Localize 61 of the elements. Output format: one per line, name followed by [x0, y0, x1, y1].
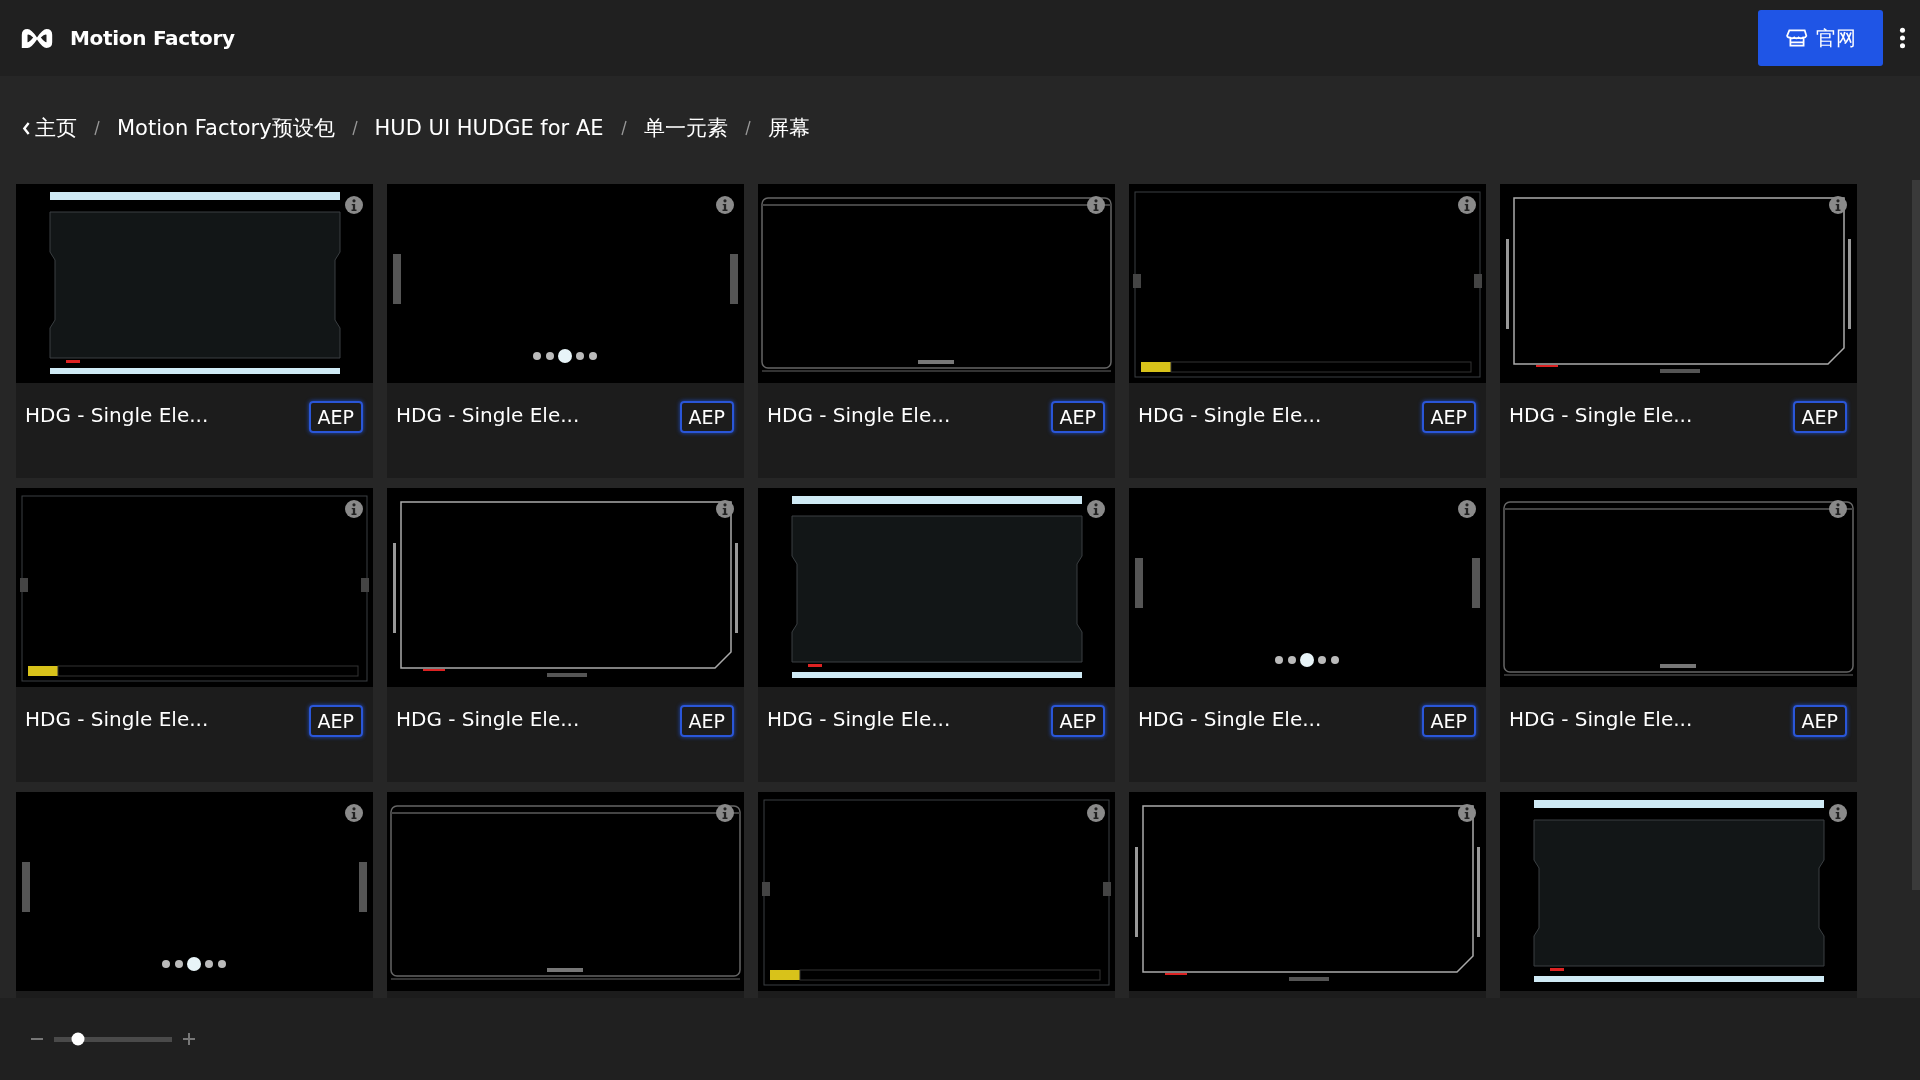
slider-thumb[interactable]: [71, 1032, 85, 1046]
asset-card[interactable]: HDG - Single Ele... AEP: [1129, 488, 1486, 782]
asset-card[interactable]: HDG - Single Ele... AEP: [387, 184, 744, 478]
info-icon[interactable]: [1458, 196, 1476, 214]
website-button[interactable]: 官网: [1758, 10, 1883, 66]
info-icon[interactable]: [1087, 500, 1105, 518]
format-tag: AEP: [1421, 401, 1476, 433]
info-icon[interactable]: [716, 804, 734, 822]
format-tag: AEP: [1050, 401, 1105, 433]
info-icon[interactable]: [1087, 804, 1105, 822]
card-title: HDG - Single Ele...: [396, 403, 580, 427]
slash-icon: [743, 119, 752, 137]
breadcrumb-link[interactable]: 单一元素: [643, 114, 728, 142]
chevron-left-icon: [22, 121, 31, 135]
breadcrumb-link[interactable]: 屏幕: [767, 114, 810, 142]
format-tag: AEP: [308, 705, 363, 737]
asset-card[interactable]: HDG - Single Ele... AEP: [1129, 184, 1486, 478]
card-title: HDG - Single Ele...: [1138, 403, 1322, 427]
format-tag: AEP: [1421, 705, 1476, 737]
info-icon[interactable]: [1829, 804, 1847, 822]
breadcrumb-link[interactable]: 主页: [22, 114, 77, 142]
asset-card[interactable]: HDG - Single Ele... AEP: [1500, 488, 1857, 782]
info-icon[interactable]: [345, 804, 363, 822]
asset-card[interactable]: HDG - Single Ele... AEP: [758, 184, 1115, 478]
card-title: HDG - Single Ele...: [1509, 707, 1693, 731]
info-icon[interactable]: [345, 500, 363, 518]
info-icon[interactable]: [716, 500, 734, 518]
info-icon[interactable]: [1829, 196, 1847, 214]
more-icon[interactable]: [1899, 27, 1906, 49]
card-title: HDG - Single Ele...: [767, 707, 951, 731]
format-tag: AEP: [1792, 401, 1847, 433]
asset-card[interactable]: HDG - Single Ele... AEP: [1500, 184, 1857, 478]
format-tag: AEP: [679, 401, 734, 433]
format-tag: AEP: [1792, 705, 1847, 737]
card-title: HDG - Single Ele...: [1509, 403, 1693, 427]
info-icon[interactable]: [1087, 196, 1105, 214]
asset-card[interactable]: HDG - Single Ele... AEP: [758, 488, 1115, 782]
format-tag: AEP: [679, 705, 734, 737]
format-tag: AEP: [308, 401, 363, 433]
brand-name: Motion Factory: [70, 26, 235, 50]
zoom-in-icon[interactable]: [182, 1032, 196, 1046]
card-title: HDG - Single Ele...: [1138, 707, 1322, 731]
asset-card[interactable]: HDG - Single Ele... AEP: [16, 488, 373, 782]
card-title: HDG - Single Ele...: [25, 707, 209, 731]
info-icon[interactable]: [1458, 804, 1476, 822]
slash-icon: [619, 119, 628, 137]
slash-icon: [93, 119, 101, 137]
breadcrumb-link[interactable]: HUD UI HUDGE for AE: [374, 116, 604, 140]
card-title: HDG - Single Ele...: [396, 707, 580, 731]
slash-icon: [350, 119, 359, 137]
breadcrumb-link[interactable]: Motion Factory预设包: [117, 114, 335, 142]
shop-icon: [1785, 27, 1808, 49]
card-title: HDG - Single Ele...: [25, 403, 209, 427]
info-icon[interactable]: [716, 196, 734, 214]
asset-card[interactable]: HDG - Single Ele... AEP: [16, 184, 373, 478]
info-icon[interactable]: [345, 196, 363, 214]
info-icon[interactable]: [1829, 500, 1847, 518]
asset-card[interactable]: HDG - Single Ele... AEP: [387, 488, 744, 782]
card-title: HDG - Single Ele...: [767, 403, 951, 427]
format-tag: AEP: [1050, 705, 1105, 737]
info-icon[interactable]: [1458, 500, 1476, 518]
